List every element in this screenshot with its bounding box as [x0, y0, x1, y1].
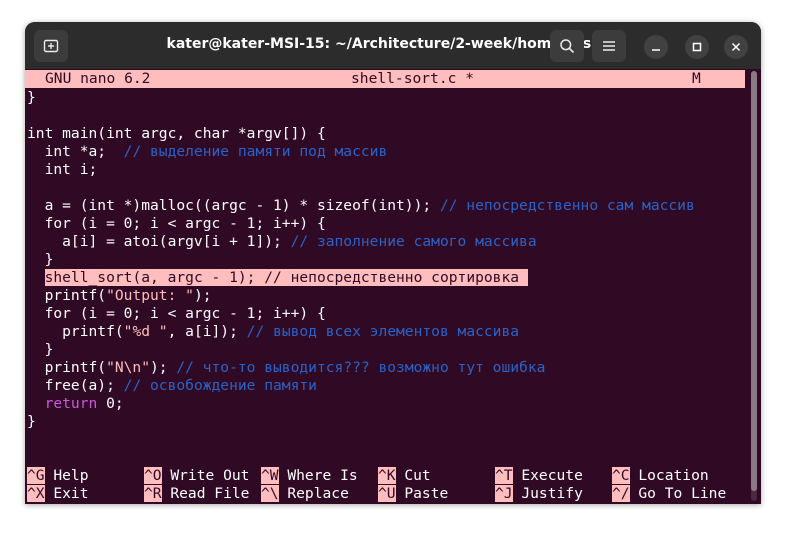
selection-highlight: shell_sort(a, argc - 1); // непосредстве… — [44, 269, 528, 286]
shortcut-go-to-line[interactable]: ^/ Go To Line — [612, 485, 726, 503]
menu-button[interactable] — [592, 30, 626, 62]
shortcut-write-out[interactable]: ^O Write Out — [144, 467, 249, 485]
code-line: printf("Output: "); — [27, 287, 212, 304]
shortcut-exit[interactable]: ^X Exit — [27, 485, 89, 503]
code-comment: // что-то выводится??? возможно тут ошиб… — [176, 359, 546, 376]
code-line: printf("%d ", a[i]); // вывод всех элеме… — [27, 323, 520, 340]
code-line: int *a; // выделение памяти под массив — [27, 143, 388, 160]
code-comment: // заполнение самого массива — [290, 233, 537, 250]
code-line: } — [27, 413, 36, 430]
nano-header-bar: GNU nano 6.2 shell-sort.c * M — [25, 70, 745, 88]
nano-version: GNU nano 6.2 — [45, 70, 151, 87]
close-button[interactable] — [724, 35, 748, 59]
search-button[interactable] — [550, 30, 584, 62]
code-line: free(a); // освобождение памяти — [27, 377, 317, 394]
scrollbar[interactable] — [751, 71, 757, 501]
code-line: for (i = 0; i < argc - 1; i++) { — [27, 305, 326, 322]
terminal-area[interactable]: GNU nano 6.2 shell-sort.c * M } int main… — [25, 69, 761, 504]
shortcut-help[interactable]: ^G Help — [27, 467, 89, 485]
code-line-selected: shell_sort(a, argc - 1); // непосредстве… — [27, 269, 528, 287]
hamburger-menu-icon — [603, 41, 615, 51]
code-string: "Output: " — [106, 287, 194, 304]
title-bar[interactable]: kater@kater-MSI-15: ~/Architecture/2-wee… — [25, 22, 761, 69]
shortcut-where-is[interactable]: ^W Where Is — [261, 467, 358, 485]
close-icon — [731, 42, 741, 52]
nano-filename: shell-sort.c * — [351, 70, 475, 87]
maximize-button[interactable] — [685, 35, 709, 59]
code-comment: // непосредственно сам массив — [439, 197, 695, 214]
code-line: } — [27, 89, 36, 106]
code-line: } — [27, 251, 54, 268]
code-comment: // освобождение памяти — [123, 377, 317, 394]
code-string: "N\n" — [106, 359, 151, 376]
code-keyword: return — [44, 395, 98, 412]
search-icon — [560, 39, 575, 54]
shortcut-paste[interactable]: ^U Paste — [378, 485, 448, 503]
maximize-icon — [692, 42, 702, 52]
nano-modified-flag: M — [692, 70, 701, 87]
code-line: a[i] = atoi(argv[i + 1]); // заполнение … — [27, 233, 537, 250]
shortcut-justify[interactable]: ^J Justify — [495, 485, 583, 503]
shortcut-location[interactable]: ^C Location — [612, 467, 709, 485]
code-line: return 0; — [44, 395, 124, 412]
terminal-window: kater@kater-MSI-15: ~/Architecture/2-wee… — [25, 22, 761, 504]
minimize-icon — [652, 49, 660, 51]
new-tab-button[interactable] — [34, 30, 68, 62]
shortcut-read-file[interactable]: ^R Read File — [144, 485, 249, 503]
shortcut-cut[interactable]: ^K Cut — [378, 467, 431, 485]
code-comment: // вывод всех элементов массива — [246, 323, 520, 340]
code-line: printf("N\n"); // что-то выводится??? во… — [27, 359, 546, 376]
code-comment: // выделение памяти под массив — [123, 143, 388, 160]
shortcut-replace[interactable]: ^\ Replace — [261, 485, 349, 503]
new-tab-icon — [43, 39, 59, 53]
code-string: "%d " — [123, 323, 168, 340]
code-line: a = (int *)malloc((argc - 1) * sizeof(in… — [27, 197, 695, 214]
shortcut-execute[interactable]: ^T Execute — [495, 467, 583, 485]
code-line: for (i = 0; i < argc - 1; i++) { — [27, 215, 326, 232]
code-line: } — [27, 341, 54, 358]
code-line: int main(int argc, char *argv[]) { — [27, 125, 326, 142]
code-line: int i; — [27, 161, 98, 178]
scrollbar-thumb[interactable] — [751, 71, 757, 491]
minimize-button[interactable] — [644, 35, 668, 59]
